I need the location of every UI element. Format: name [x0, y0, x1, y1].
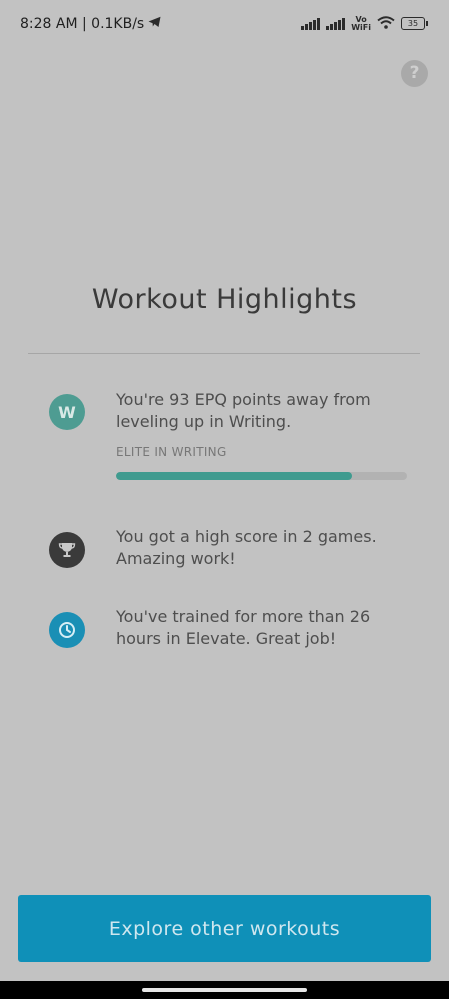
divider [28, 353, 420, 354]
battery-icon: 35 [401, 17, 428, 30]
status-right: Vo WiFi 35 [301, 14, 428, 33]
navigation-bar [0, 981, 449, 999]
vowifi-indicator: Vo WiFi [351, 15, 371, 32]
home-gesture-handle[interactable] [142, 988, 307, 992]
page-title: Workout Highlights [91, 284, 358, 315]
highlight-text: You've trained for more than 26 hours in… [116, 607, 371, 648]
trophy-icon [49, 532, 85, 568]
highlight-text: You got a high score in 2 games. Amazing… [116, 527, 377, 568]
signal-icon [301, 17, 321, 30]
help-button[interactable]: ? [401, 60, 428, 87]
writing-badge-icon: W [49, 394, 85, 430]
vowifi-bottom: WiFi [351, 22, 371, 32]
signal-icon [326, 17, 346, 30]
status-left: 8:28 AM | 0.1KB/s [20, 16, 161, 32]
status-bar: 8:28 AM | 0.1KB/s Vo WiFi 35 [0, 0, 449, 50]
explore-workouts-button[interactable]: Explore other workouts [18, 895, 431, 962]
progress-bar [116, 472, 407, 480]
progress-label: ELITE IN WRITING [116, 445, 227, 459]
wifi-icon [377, 14, 395, 33]
status-time: 8:28 AM | 0.1KB/s [20, 16, 145, 32]
clock-icon [49, 612, 85, 648]
highlight-text: You're 93 EPQ points away from leveling … [116, 390, 371, 431]
telegram-icon [148, 16, 161, 32]
progress-fill [116, 472, 352, 480]
